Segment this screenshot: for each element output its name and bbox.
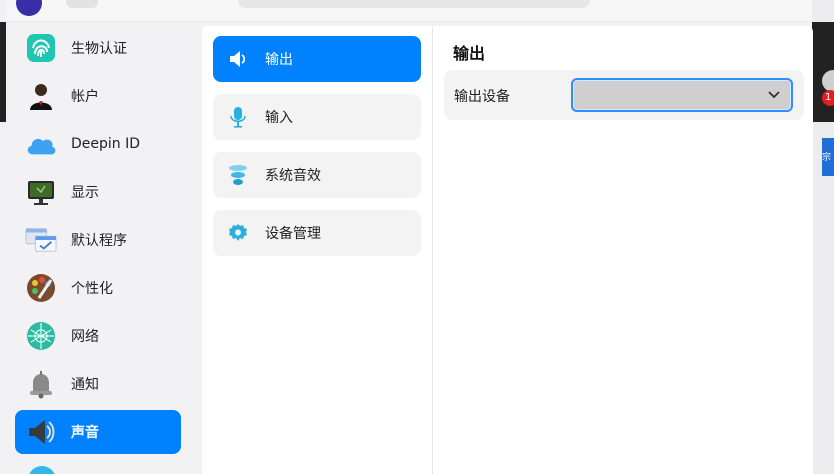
cloud-icon [25,128,57,160]
monitor-icon [25,176,57,208]
microphone-icon [227,106,249,128]
sidebar-next-item-icon [28,466,56,474]
tab-device-management[interactable]: 设备管理 [213,210,421,256]
sidebar: 生物认证 帐户 Deepin ID 显示 默认程序 个性化 网络 通知 声音 [6,22,194,474]
output-device-row: 输出设备 [444,70,804,120]
chevron-down-icon [768,91,780,99]
control-center-window: 生物认证 帐户 Deepin ID 显示 默认程序 个性化 网络 通知 声音 输… [6,0,813,474]
sidebar-item-default-apps[interactable]: 默认程序 [15,218,181,262]
app-logo-icon [16,0,42,16]
sound-effects-icon [227,164,249,186]
default-apps-icon [25,224,57,256]
sidebar-item-label: 声音 [71,425,99,441]
speaker-icon [25,416,57,448]
sidebar-item-label: 显示 [71,185,99,201]
sound-submenu: 输出 输入 系统音效 设备管理 [202,26,432,474]
background-notification-badge: 1 [822,90,834,106]
tab-sound-effects[interactable]: 系统音效 [213,152,421,198]
page-title: 输出 [453,44,486,63]
sidebar-item-network[interactable]: 网络 [15,314,181,358]
tab-output[interactable]: 输出 [213,36,421,82]
sidebar-item-deepin-id[interactable]: Deepin ID [15,122,181,166]
speaker-output-icon [227,48,249,70]
palette-icon [25,272,57,304]
sidebar-item-label: 生物认证 [71,41,127,57]
tab-label: 输入 [265,110,293,126]
sidebar-item-label: 个性化 [71,281,113,297]
sidebar-item-biometric[interactable]: 生物认证 [15,26,181,70]
sidebar-item-notification[interactable]: 通知 [15,362,181,406]
sidebar-item-label: Deepin ID [71,136,141,152]
sidebar-item-label: 帐户 [71,89,99,105]
background-blue-tab: 宗 [822,138,834,176]
search-input[interactable] [238,0,590,8]
sidebar-item-display[interactable]: 显示 [15,170,181,214]
output-settings-panel: 输出 输出设备 [433,26,813,474]
bell-icon [25,368,57,400]
sidebar-item-account[interactable]: 帐户 [15,74,181,118]
tab-input[interactable]: 输入 [213,94,421,140]
tab-label: 系统音效 [265,168,321,184]
sidebar-item-label: 默认程序 [71,233,127,249]
network-icon [25,320,57,352]
tab-label: 输出 [265,52,293,68]
fingerprint-icon [25,32,57,64]
sidebar-item-personalization[interactable]: 个性化 [15,266,181,310]
sidebar-item-label: 网络 [71,329,99,345]
output-device-select[interactable] [571,78,793,112]
tab-label: 设备管理 [265,226,321,242]
sidebar-item-sound[interactable]: 声音 [15,410,181,454]
title-bar [6,0,812,22]
back-button[interactable] [66,0,98,8]
gear-icon [227,222,249,244]
sidebar-item-label: 通知 [71,377,99,393]
output-device-label: 输出设备 [454,89,510,105]
user-account-icon [25,80,57,112]
